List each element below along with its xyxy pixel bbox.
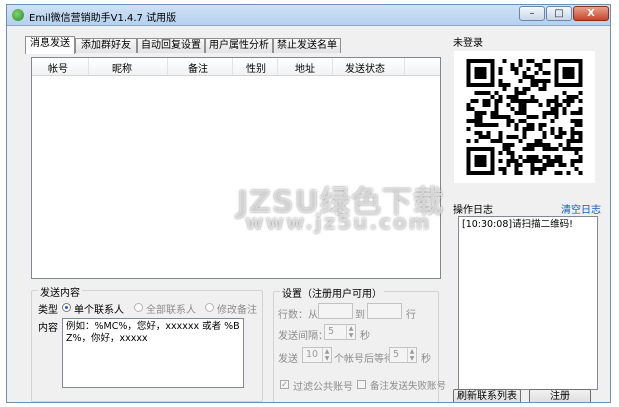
log-entry: [10:30:08]请扫描二维码! xyxy=(462,219,573,230)
filter-public-label[interactable]: 过滤公共账号 xyxy=(293,378,353,393)
batch-size-stepper[interactable]: 10 ▲ ▼ xyxy=(302,347,332,363)
batch-size-value: 10 xyxy=(306,349,319,360)
column-account[interactable]: 帐号 xyxy=(48,60,68,75)
tab-blocked-list[interactable]: 禁止发送名单 xyxy=(273,38,341,53)
send-content-group: 发送内容 类型 单个联系人 全部联系人 修改备注 内容 例如：%MC%，您好，x… xyxy=(31,284,263,402)
message-content-textarea[interactable]: 例如：%MC%，您好，xxxxxx 或者 %BZ%，你好，xxxxx xyxy=(62,318,244,388)
close-button[interactable]: X xyxy=(573,6,609,21)
interval-value: 5 xyxy=(328,326,335,337)
note-fail-label[interactable]: 备注发送失败账号 xyxy=(370,378,446,392)
radio-edit-remark-label[interactable]: 修改备注 xyxy=(217,301,257,316)
qr-code-image xyxy=(454,51,595,183)
app-window: Emil微信营销助手V1.4.7 试用版 – □ X 消息发送 添加群好友 自动… xyxy=(6,4,611,403)
column-address[interactable]: 地址 xyxy=(295,60,315,75)
wait-value: 5 xyxy=(393,349,400,360)
send-label: 发送 xyxy=(278,354,298,365)
settings-title: 设置（注册用户可用） xyxy=(280,285,384,300)
clear-log-link[interactable]: 清空日志 xyxy=(561,201,601,216)
table-header: 帐号 昵称 备注 性别 地址 发送状态 xyxy=(32,58,440,76)
column-remark[interactable]: 备注 xyxy=(188,60,208,75)
window-title: Emil微信营销助手V1.4.7 试用版 xyxy=(29,13,177,24)
wait-spin-icon[interactable]: ▲ ▼ xyxy=(407,348,416,362)
minimize-button[interactable]: – xyxy=(519,6,545,21)
rows-from-input[interactable] xyxy=(318,303,353,319)
filter-public-checkbox[interactable]: ✓ xyxy=(280,380,289,389)
radio-all-contacts-label[interactable]: 全部联系人 xyxy=(146,301,196,316)
send-content-title: 发送内容 xyxy=(38,284,82,299)
radio-edit-remark[interactable] xyxy=(205,303,214,312)
column-nickname[interactable]: 昵称 xyxy=(112,60,132,75)
rows-unit-label: 行 xyxy=(406,310,416,321)
interval-seconds-label: 秒 xyxy=(360,331,370,342)
qr-code-panel xyxy=(454,51,595,183)
wait-stepper[interactable]: 5 ▲ ▼ xyxy=(389,347,417,363)
rows-to-input[interactable] xyxy=(367,303,402,319)
tab-send-message[interactable]: 消息发送 xyxy=(25,36,75,54)
interval-stepper[interactable]: 5 ▲ ▼ xyxy=(324,324,356,340)
rows-from-label: 行数：从 xyxy=(278,310,318,321)
maximize-button[interactable]: □ xyxy=(546,6,572,21)
column-send-status[interactable]: 发送状态 xyxy=(345,60,385,75)
log-output[interactable]: [10:30:08]请扫描二维码! xyxy=(458,216,598,390)
column-gender[interactable]: 性别 xyxy=(246,60,266,75)
interval-label: 发送间隔： xyxy=(278,331,328,342)
type-label: 类型 xyxy=(38,305,58,316)
radio-all-contacts[interactable] xyxy=(134,303,143,312)
watermark-url: www.jz5u.com xyxy=(245,210,432,234)
interval-spin-icon[interactable]: ▲ ▼ xyxy=(346,325,355,339)
app-logo-icon xyxy=(12,9,24,21)
wait-seconds-label: 秒 xyxy=(421,354,431,365)
radio-single-contact-label[interactable]: 单个联系人 xyxy=(74,301,124,316)
radio-single-contact[interactable] xyxy=(62,303,71,312)
rows-to-label: 到 xyxy=(355,310,365,321)
refresh-contacts-button[interactable]: 刷新联系列表 xyxy=(453,389,521,402)
note-fail-checkbox[interactable] xyxy=(357,380,366,389)
batch-spin-icon[interactable]: ▲ ▼ xyxy=(322,348,331,362)
title-bar: Emil微信营销助手V1.4.7 试用版 – □ X xyxy=(7,5,610,26)
tab-add-group-friends[interactable]: 添加群好友 xyxy=(75,38,137,53)
log-title: 操作日志 xyxy=(453,205,493,216)
tab-auto-reply[interactable]: 自动回复设置 xyxy=(137,38,205,53)
contact-table[interactable]: 帐号 昵称 备注 性别 地址 发送状态 xyxy=(31,57,441,279)
settings-group: 设置（注册用户可用） 行数：从 到 行 发送间隔： 5 ▲ ▼ 秒 发送 10 ▲… xyxy=(273,285,446,402)
login-status: 未登录 xyxy=(453,38,483,49)
login-button[interactable]: 注册 xyxy=(529,389,591,402)
batch-suffix-label: 个帐号后等待 xyxy=(334,354,394,365)
tab-user-analysis[interactable]: 用户属性分析 xyxy=(205,38,273,53)
content-label: 内容 xyxy=(38,323,58,334)
